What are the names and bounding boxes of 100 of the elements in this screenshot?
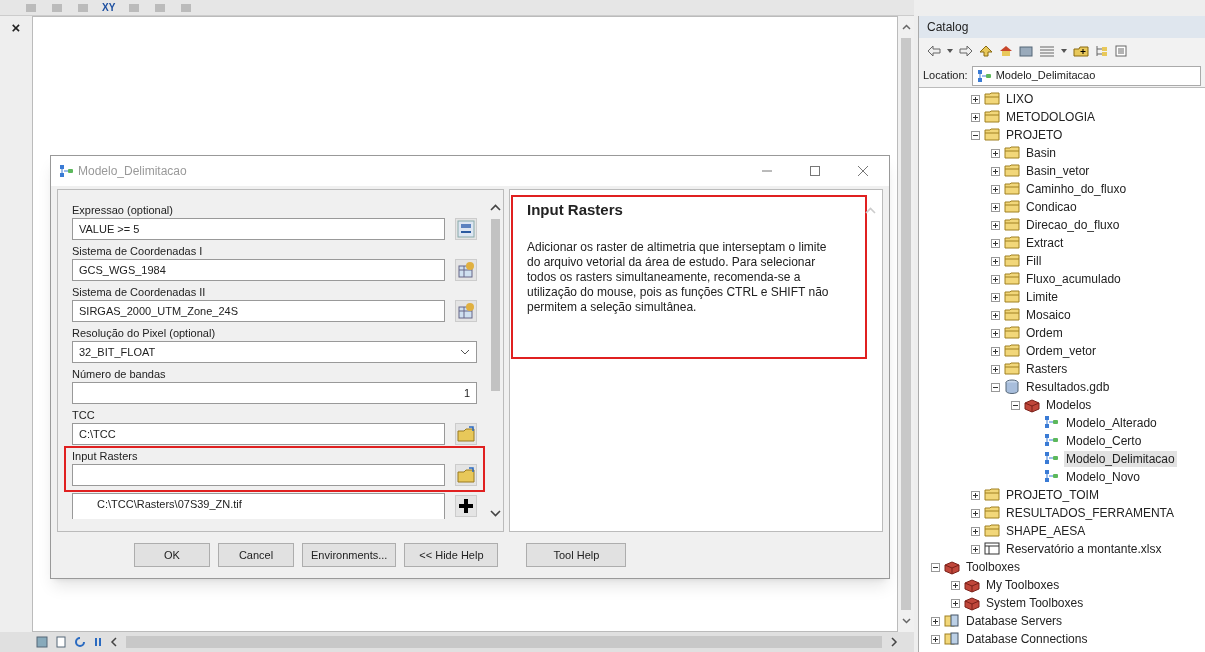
tree-item[interactable]: Condicao (1024, 199, 1079, 215)
expand-icon[interactable] (951, 580, 960, 590)
chevron-down-icon[interactable] (489, 510, 501, 517)
expand-icon[interactable] (931, 634, 940, 644)
tree-item[interactable]: Modelo_Novo (1064, 469, 1143, 485)
dropdown-caret-icon[interactable] (1061, 49, 1067, 53)
tree-item[interactable]: RESULTADOS_FERRAMENTA (1004, 505, 1177, 521)
tree-item[interactable]: Rasters (1024, 361, 1070, 377)
tree-item[interactable]: Fill (1024, 253, 1044, 269)
tree-item[interactable]: Basin (1024, 145, 1059, 161)
expand-icon[interactable] (991, 202, 1000, 212)
expand-icon[interactable] (991, 256, 1000, 266)
dialog-button[interactable]: Tool Help (526, 543, 627, 567)
up-arrow-icon[interactable] (979, 45, 993, 57)
layout-view-icon[interactable] (36, 636, 48, 648)
tree-item[interactable]: Modelo_Delimitacao (1064, 451, 1177, 467)
dialog-button[interactable]: Environments... (302, 543, 397, 567)
expand-icon[interactable] (991, 292, 1000, 302)
chevron-left-icon[interactable] (110, 637, 118, 647)
dropdown-field[interactable]: 32_BIT_FLOAT (72, 341, 477, 363)
refresh-icon[interactable] (74, 636, 86, 648)
expand-icon[interactable] (991, 346, 1000, 356)
scroll-thumb[interactable] (490, 219, 500, 391)
tree-item[interactable]: Database Servers (964, 613, 1065, 629)
chevron-up-icon[interactable] (489, 204, 501, 211)
location-field[interactable]: Modelo_Delimitacao (971, 65, 1201, 86)
tree-view-icon[interactable] (1095, 45, 1109, 57)
tree-item[interactable]: Extract (1024, 235, 1066, 251)
chevron-right-icon[interactable] (890, 637, 898, 647)
expand-icon[interactable] (971, 94, 980, 104)
input-field[interactable]: C:\TCC (72, 423, 445, 445)
expand-icon[interactable] (991, 274, 1000, 284)
tree-item[interactable]: Direcao_do_fluxo (1024, 217, 1122, 233)
tree-item[interactable]: Modelos (1044, 397, 1094, 413)
pause-icon[interactable] (94, 636, 102, 648)
back-arrow-icon[interactable] (927, 45, 941, 57)
chevron-down-icon[interactable] (901, 618, 911, 624)
expand-icon[interactable] (991, 184, 1000, 194)
input-field[interactable]: SIRGAS_2000_UTM_Zone_24S (72, 300, 445, 322)
expand-icon[interactable] (951, 598, 960, 608)
expand-icon[interactable] (971, 508, 980, 518)
tree-item[interactable]: Ordem (1024, 325, 1065, 341)
home-icon[interactable] (999, 45, 1013, 57)
dialog-button[interactable]: << Hide Help (404, 543, 499, 567)
expand-icon[interactable] (971, 544, 980, 554)
tree-item[interactable]: Modelo_Certo (1064, 433, 1144, 449)
tree-item[interactable]: Basin_vetor (1024, 163, 1092, 179)
expand-icon[interactable] (991, 220, 1000, 230)
expand-icon[interactable] (991, 238, 1000, 248)
dropdown-caret-icon[interactable] (947, 49, 953, 53)
tree-item[interactable]: Toolboxes (964, 559, 1023, 575)
close-icon[interactable] (857, 165, 869, 177)
tree-item[interactable]: Database Connections (964, 631, 1090, 647)
tree-item[interactable]: Fluxo_acumulado (1024, 271, 1123, 287)
input-field[interactable]: GCS_WGS_1984 (72, 259, 445, 281)
dialog-button[interactable]: Cancel (218, 543, 294, 567)
list-item[interactable]: C:\TCC\Rasters\07S39_ZN.tif (97, 497, 444, 511)
tree-item[interactable]: Reservatório a montante.xlsx (1004, 541, 1164, 557)
expand-icon[interactable] (991, 148, 1000, 158)
expand-icon[interactable] (991, 310, 1000, 320)
list-box[interactable]: C:\TCC\Rasters\07S39_ZN.tif (72, 493, 445, 519)
expand-icon[interactable] (971, 112, 980, 122)
list-view-icon[interactable] (1115, 45, 1127, 57)
expand-icon[interactable] (991, 364, 1000, 374)
horizontal-scrollbar[interactable] (126, 636, 882, 648)
dialog-button[interactable]: OK (134, 543, 210, 567)
collapse-icon[interactable] (931, 562, 940, 572)
collapse-icon[interactable] (971, 130, 980, 140)
tree-item[interactable]: SHAPE_AESA (1004, 523, 1088, 539)
input-field[interactable] (72, 464, 445, 486)
tree-item[interactable]: My Toolboxes (984, 577, 1062, 593)
tree-item[interactable]: PROJETO (1004, 127, 1065, 143)
tree-item[interactable]: LIXO (1004, 91, 1036, 107)
tree-item[interactable]: Mosaico (1024, 307, 1073, 323)
xy-tool-button[interactable]: XY (102, 2, 116, 13)
tree-item[interactable]: System Toolboxes (984, 595, 1086, 611)
collapse-icon[interactable] (991, 382, 1000, 392)
chevron-up-icon[interactable] (901, 24, 911, 30)
expand-icon[interactable] (971, 490, 980, 500)
tree-item[interactable]: Modelo_Alterado (1064, 415, 1159, 431)
page-icon[interactable] (56, 636, 66, 648)
expand-icon[interactable] (971, 526, 980, 536)
icon-button[interactable] (455, 495, 477, 517)
scroll-thumb[interactable] (901, 38, 911, 610)
connect-folder-icon[interactable] (1073, 45, 1089, 57)
close-button[interactable]: × (11, 20, 21, 35)
tree-item[interactable]: PROJETO_TOIM (1004, 487, 1101, 503)
tree-item[interactable]: Resultados.gdb (1024, 379, 1112, 395)
tree-item[interactable]: METODOLOGIA (1004, 109, 1098, 125)
tree-item[interactable]: Limite (1024, 289, 1060, 305)
expand-icon[interactable] (991, 328, 1000, 338)
input-field[interactable]: VALUE >= 5 (72, 218, 445, 240)
number-field[interactable]: 1 (72, 382, 477, 404)
tree-item[interactable]: Ordem_vetor (1024, 343, 1099, 359)
expand-icon[interactable] (991, 166, 1000, 176)
maximize-icon[interactable] (809, 165, 821, 177)
tree-item[interactable]: Caminho_do_fluxo (1024, 181, 1129, 197)
expand-icon[interactable] (931, 616, 940, 626)
forward-arrow-icon[interactable] (959, 45, 973, 57)
collapse-icon[interactable] (1011, 400, 1020, 410)
